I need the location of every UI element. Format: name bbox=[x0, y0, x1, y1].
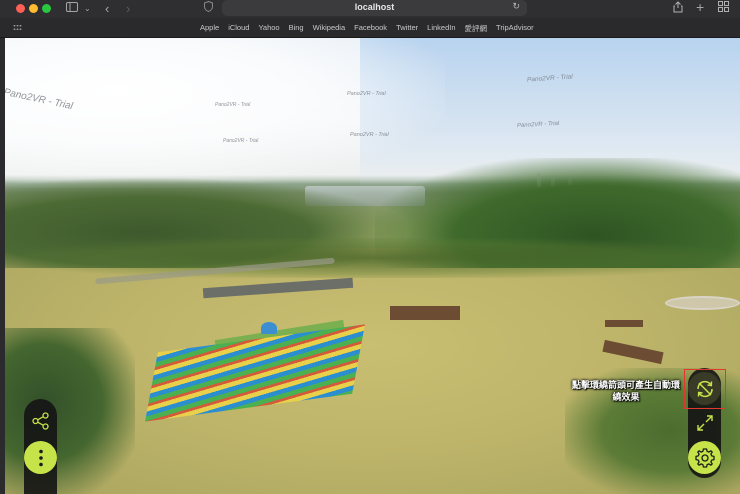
close-window-button[interactable] bbox=[16, 4, 25, 13]
favorites-list: Apple iCloud Yahoo Bing Wikipedia Facebo… bbox=[200, 23, 534, 34]
wooden-deck bbox=[605, 320, 643, 327]
highlight-frame bbox=[684, 369, 726, 409]
playhouse bbox=[261, 322, 277, 334]
favorite-link[interactable]: TripAdvisor bbox=[496, 23, 534, 34]
autorotate-tooltip: 點擊環繞箭頭可產生自動環繞效果 bbox=[571, 380, 680, 402]
shield-icon[interactable] bbox=[204, 0, 213, 17]
watermark: Pano2VR - Trial bbox=[350, 132, 389, 138]
new-tab-icon[interactable]: + bbox=[696, 0, 704, 15]
favorite-link[interactable]: 愛評網 bbox=[465, 23, 488, 34]
favorite-link[interactable]: Yahoo bbox=[258, 23, 279, 34]
share-button[interactable] bbox=[24, 404, 57, 437]
favorite-link[interactable]: Apple bbox=[200, 23, 219, 34]
favorites-bar: Apple iCloud Yahoo Bing Wikipedia Facebo… bbox=[0, 18, 740, 38]
zoom-window-button[interactable] bbox=[42, 4, 51, 13]
back-button[interactable]: ‹ bbox=[105, 1, 109, 17]
sidebar-toggle-icon[interactable] bbox=[66, 1, 78, 17]
grid-icon[interactable] bbox=[13, 24, 22, 31]
favorite-link[interactable]: Bing bbox=[289, 23, 304, 34]
url-text: localhost bbox=[354, 2, 395, 12]
favorite-link[interactable]: LinkedIn bbox=[427, 23, 455, 34]
chevron-down-icon[interactable]: ⌄ bbox=[84, 1, 91, 17]
running-track bbox=[665, 296, 740, 310]
browser-window: ⌄ ‹ › localhost ↻ + Apple iCloud Yahoo B… bbox=[0, 0, 740, 494]
fullscreen-icon bbox=[696, 414, 713, 431]
favorite-link[interactable]: Wikipedia bbox=[313, 23, 346, 34]
favorite-link[interactable]: Facebook bbox=[354, 23, 387, 34]
favorite-link[interactable]: iCloud bbox=[228, 23, 249, 34]
panorama-viewer[interactable]: Pano2VR - Trial Pano2VR - Trial Pano2VR … bbox=[5, 38, 740, 494]
vertical-dots-icon bbox=[38, 449, 43, 466]
watermark: Pano2VR - Trial bbox=[215, 102, 251, 108]
wooden-deck bbox=[390, 306, 460, 320]
menu-button[interactable] bbox=[24, 441, 57, 474]
address-bar[interactable]: localhost ↻ bbox=[222, 0, 527, 16]
browser-toolbar: ⌄ ‹ › localhost ↻ + bbox=[0, 0, 740, 18]
settings-button[interactable] bbox=[688, 441, 721, 474]
tab-overview-icon[interactable] bbox=[718, 1, 729, 17]
tree-line bbox=[25, 238, 725, 278]
favorite-link[interactable]: Twitter bbox=[396, 23, 418, 34]
minimize-window-button[interactable] bbox=[29, 4, 38, 13]
fullscreen-button[interactable] bbox=[688, 406, 721, 439]
share-icon bbox=[31, 411, 49, 430]
watermark: Pano2VR - Trial bbox=[223, 138, 259, 144]
gear-icon bbox=[694, 447, 715, 468]
reload-icon[interactable]: ↻ bbox=[512, 1, 520, 12]
forward-button[interactable]: › bbox=[126, 1, 130, 17]
share-page-icon[interactable] bbox=[673, 1, 683, 18]
watermark: Pano2VR - Trial bbox=[347, 91, 386, 97]
